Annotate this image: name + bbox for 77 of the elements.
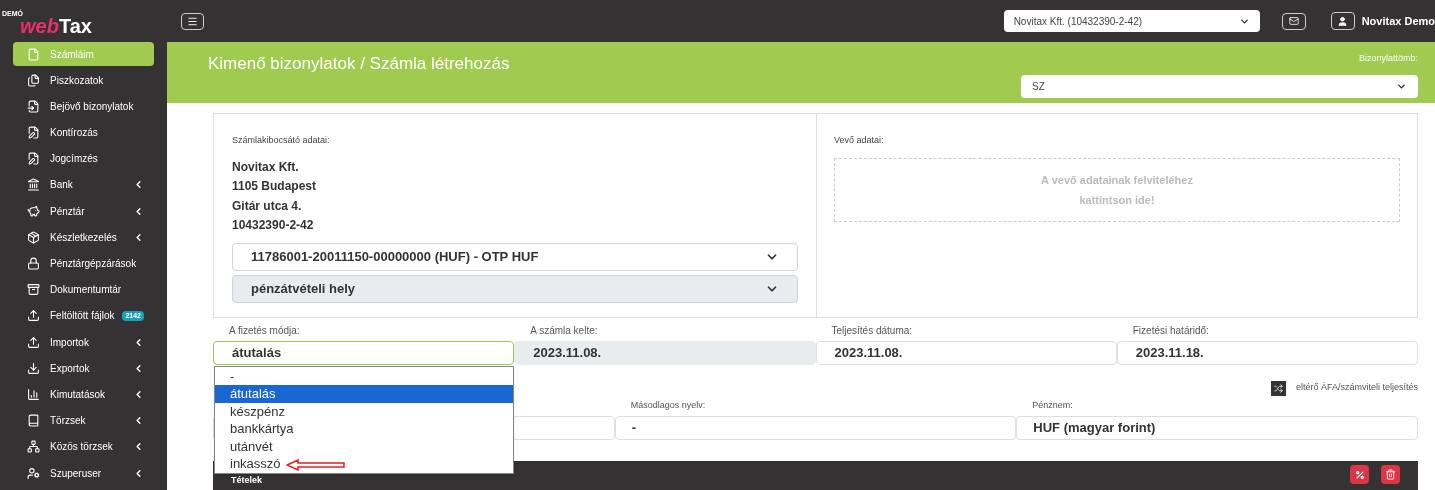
user-button[interactable] [1330, 12, 1355, 30]
sidebar-item[interactable]: Piszkozatok [13, 68, 154, 93]
user-gear-icon [27, 466, 40, 480]
input-field[interactable]: átutalás [213, 341, 515, 365]
seller-detail: 1105 Budapest [232, 178, 317, 195]
sidebar-item[interactable]: Exportok [13, 356, 154, 381]
dropdown-option[interactable]: utánvét [215, 437, 513, 455]
input-field[interactable]: HUF (magyar forint) [1016, 416, 1418, 440]
sidebar-item[interactable]: Pénztár [13, 199, 154, 224]
file-input-icon [27, 99, 40, 113]
arrow-drawing [286, 459, 346, 471]
card-label: Számlakibocsátó adatai: [232, 134, 330, 147]
lock-icon [27, 257, 40, 270]
hierarchy-icon [27, 440, 40, 454]
file-pen-icon [27, 126, 40, 140]
files-icon [27, 73, 40, 87]
dropdown-option[interactable]: bankkártya [215, 420, 513, 438]
field-label: Fizetési határidő: [1131, 324, 1210, 337]
sidebar-item[interactable]: Dokumentumtár [13, 277, 154, 302]
sidebar-item[interactable]: Kimutatások [13, 382, 154, 407]
seller-detail: Gitár utca 4. [232, 197, 302, 215]
dropdown-option[interactable]: - [215, 368, 513, 386]
book-icon [27, 414, 40, 428]
bank-account-select[interactable]: 11786001-20011150-00000000 (HUF) - OTP HUF [232, 242, 798, 271]
sidebar-item[interactable]: Kontírozás [13, 120, 154, 145]
piggy-bank-icon [27, 204, 40, 218]
page-title: Kimenő bizonylatok / Számla létrehozás [208, 53, 510, 75]
field-label: A számla kelte: [529, 324, 599, 337]
sidebar-item[interactable]: Importok [13, 330, 154, 355]
items-title: Tételek [231, 474, 263, 487]
input-field[interactable]: 2023.11.18. [1116, 341, 1418, 365]
menu-button[interactable] [181, 12, 204, 30]
archive-icon [27, 283, 40, 297]
field-label: Pénznem: [1031, 399, 1074, 412]
discount-button[interactable] [1350, 465, 1369, 484]
sidebar-item[interactable]: Bank [13, 172, 154, 197]
package-icon [27, 230, 40, 244]
field-label: Teljesítés dátuma: [830, 324, 914, 337]
dropdown-option[interactable]: készpénz [215, 402, 513, 421]
shuffle-button[interactable] [1270, 380, 1286, 396]
file-pen-icon [27, 152, 40, 166]
field-label: Másodlagos nyelv: [629, 399, 707, 412]
shuffle-icon [1273, 383, 1283, 393]
dropdown-option[interactable]: átutalás [215, 385, 513, 403]
company-select[interactable]: Novitax Kft. (10432390-2-42) [1003, 10, 1260, 32]
download-icon [27, 361, 40, 375]
upload-icon [27, 309, 40, 323]
card-label: Vevő adatai: [834, 134, 884, 147]
cash-point-select[interactable]: pénzátvételi hely [232, 274, 798, 303]
sidebar-item[interactable]: Törzsek [13, 408, 154, 433]
chart-icon [27, 387, 40, 401]
input-field[interactable]: - [614, 416, 1017, 440]
user-icon [1337, 15, 1349, 27]
sidebar-item[interactable]: Készletkezelés [13, 225, 154, 250]
dropdown-option[interactable]: inkasszó [215, 454, 513, 473]
sidebar-item[interactable]: Pénztárgépzárások [13, 251, 154, 276]
mail-icon [1288, 16, 1299, 26]
mail-button[interactable] [1281, 12, 1306, 30]
block-select[interactable]: SZ [1021, 74, 1418, 98]
sidebar-item[interactable]: Bejövő bizonylatok [13, 94, 154, 119]
user-name[interactable]: Novitax Demo [1361, 12, 1435, 30]
percent-icon [1354, 469, 1365, 480]
sidebar-item[interactable]: Közös törzsek [13, 434, 154, 459]
seller-detail: 10432390-2-42 [232, 217, 314, 234]
upload-icon [27, 335, 40, 349]
seller-detail: Novitax Kft. [232, 158, 299, 176]
file-icon [27, 47, 40, 61]
field-label: A fizetés módja: [228, 324, 301, 337]
different-vat-label: eltérő ÁFA/számviteli teljesítés [1295, 381, 1418, 395]
sidebar-item[interactable]: Szuperuser [13, 461, 154, 485]
field-label: Bizonylattömb: [1358, 52, 1418, 65]
sidebar-item[interactable]: Jogcímzés [13, 146, 154, 171]
bank-icon [27, 178, 40, 192]
input-field[interactable]: 2023.11.08. [815, 341, 1117, 365]
trash-icon [1385, 469, 1396, 480]
delete-button[interactable] [1381, 465, 1400, 484]
menu-icon [187, 15, 198, 27]
